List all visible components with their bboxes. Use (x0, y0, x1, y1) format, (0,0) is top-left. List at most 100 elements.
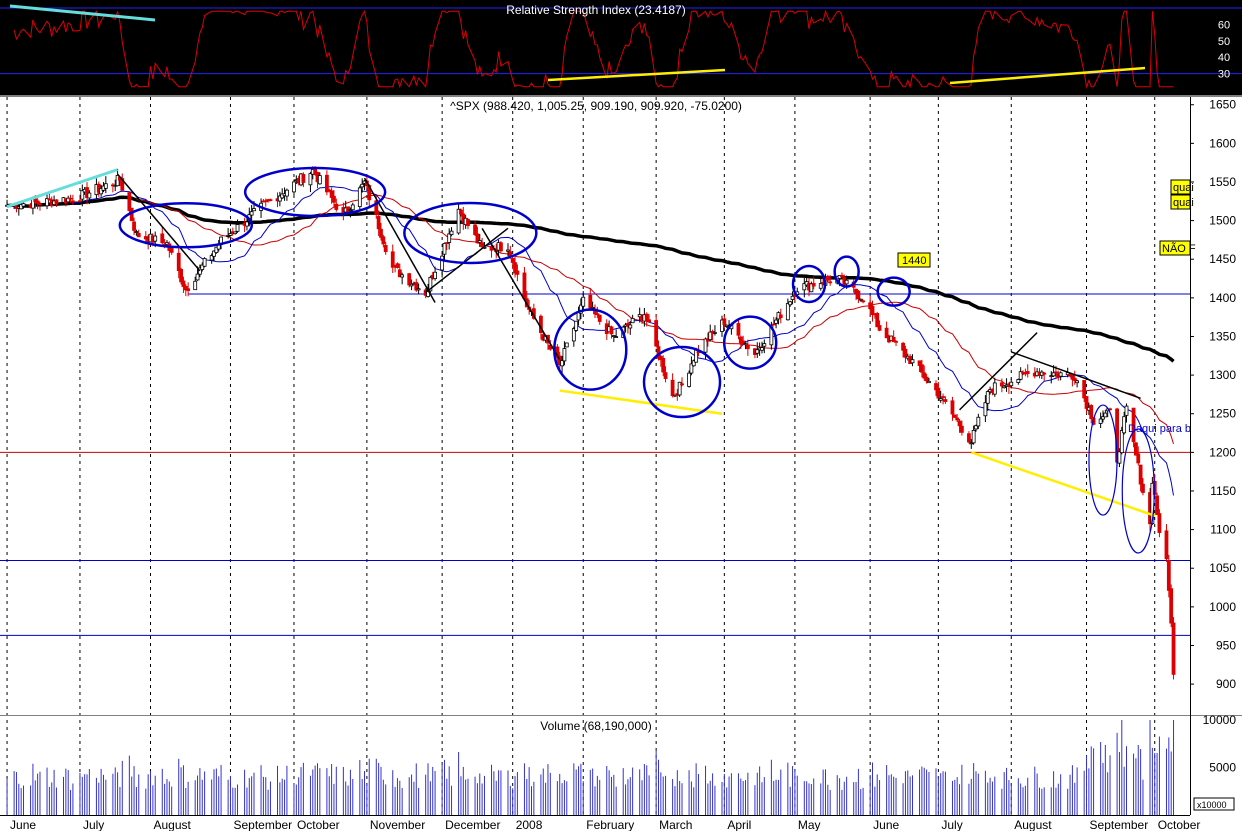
candle-body (54, 199, 59, 204)
candle-body (562, 348, 567, 362)
candle-body (1136, 453, 1141, 464)
candle-body (856, 290, 861, 300)
candle-body (952, 414, 957, 418)
candle-body (35, 200, 40, 204)
candle-body (576, 312, 581, 321)
candle-body (153, 235, 158, 242)
candle-body (1141, 483, 1145, 493)
candle-body (985, 391, 990, 404)
right-axis-line (1190, 97, 1191, 815)
candle-body (252, 208, 256, 212)
candle-body (967, 433, 971, 443)
candle-body (654, 320, 659, 347)
candle-body (38, 203, 42, 206)
candle-body (1058, 372, 1063, 377)
candle-body (614, 336, 619, 338)
candle-body (955, 417, 960, 421)
candle-body (713, 332, 717, 334)
volume-unit-label: x10000 (1197, 800, 1227, 810)
candle-body (68, 197, 73, 200)
x-axis-label-15: September (1090, 818, 1149, 831)
candle-body (858, 298, 863, 301)
candle-body (959, 425, 964, 433)
candle-body (376, 216, 381, 230)
candle-body (407, 273, 412, 286)
candle-body (941, 396, 945, 398)
candle-body (179, 269, 183, 283)
x-axis: June July August September October November De… (10, 818, 1200, 832)
candle-body (78, 200, 82, 203)
candle-body (442, 243, 447, 255)
candle-body (722, 318, 727, 325)
candle-body (332, 195, 336, 203)
trendline (363, 177, 436, 303)
candle-body (877, 325, 882, 331)
volume-title: Volume (68,190,000) (540, 719, 651, 733)
candle-body (1134, 442, 1138, 456)
candle-body (169, 248, 174, 253)
candle-body (938, 398, 943, 401)
price-tick-label-900: 900 (1216, 677, 1236, 691)
annotation-daqui: Daqui para b (1128, 423, 1191, 435)
highlight-ellipse (722, 315, 778, 370)
candle-body (447, 233, 452, 243)
candle-body (383, 245, 388, 253)
price-tick-label-1200: 1200 (1209, 445, 1236, 459)
price-tick-label-1450: 1450 (1209, 252, 1236, 266)
price-tick-label-1500: 1500 (1209, 214, 1236, 228)
candle-body (87, 192, 92, 199)
candle-body (301, 173, 306, 183)
candle-body (268, 199, 273, 202)
x-axis-label-4: October (297, 818, 340, 831)
candle-body (515, 270, 520, 275)
x-axis-label-0: June (10, 818, 36, 831)
candle-body (924, 376, 929, 382)
x-axis-label-5: November (370, 818, 425, 831)
candle-body (840, 274, 844, 277)
candle-body (477, 240, 482, 243)
candle-body (1098, 418, 1103, 424)
candle-body (976, 416, 981, 427)
candle-body (245, 221, 249, 227)
yellow-support-line (970, 451, 1156, 517)
candle-body (762, 343, 767, 347)
candle-body (1016, 379, 1021, 383)
candle-body (379, 228, 383, 238)
candle-body (1117, 451, 1122, 464)
candle-body (724, 324, 729, 327)
candle-body (680, 383, 684, 386)
candle-body (71, 200, 75, 203)
candle-body (235, 224, 240, 232)
x-axis-label-3: September (233, 818, 292, 831)
candle-body (233, 231, 238, 235)
price-tick-label-1400: 1400 (1209, 291, 1236, 305)
x-axis-label-1: July (83, 818, 104, 831)
candle-body (943, 399, 948, 402)
candle-body (459, 209, 463, 215)
candle-body (844, 279, 849, 285)
x-axis-label-2: August (154, 818, 192, 831)
rsi-tick-label-50: 50 (1218, 36, 1230, 48)
candle-body (1166, 560, 1171, 591)
candle-body (788, 301, 793, 306)
candle-body (308, 173, 313, 186)
candle-body (522, 272, 527, 300)
candle-body (348, 209, 353, 212)
candle-body (292, 181, 296, 193)
candle-body (630, 317, 635, 324)
candle-body (1124, 405, 1129, 416)
candle-body (590, 306, 595, 309)
candle-body (1072, 377, 1077, 381)
candle-body (506, 249, 510, 252)
price-tick-label-1300: 1300 (1209, 368, 1236, 382)
price-tick-label-1650: 1650 (1209, 98, 1236, 112)
candle-body (910, 359, 915, 364)
candle-body (778, 314, 783, 319)
candle-body (771, 323, 776, 326)
candle-body (466, 219, 470, 227)
candle-body (609, 326, 614, 335)
candle-body (1138, 464, 1143, 485)
price-tick-label-1050: 1050 (1209, 561, 1236, 575)
candle-body (628, 324, 633, 329)
candle-body (999, 382, 1004, 387)
